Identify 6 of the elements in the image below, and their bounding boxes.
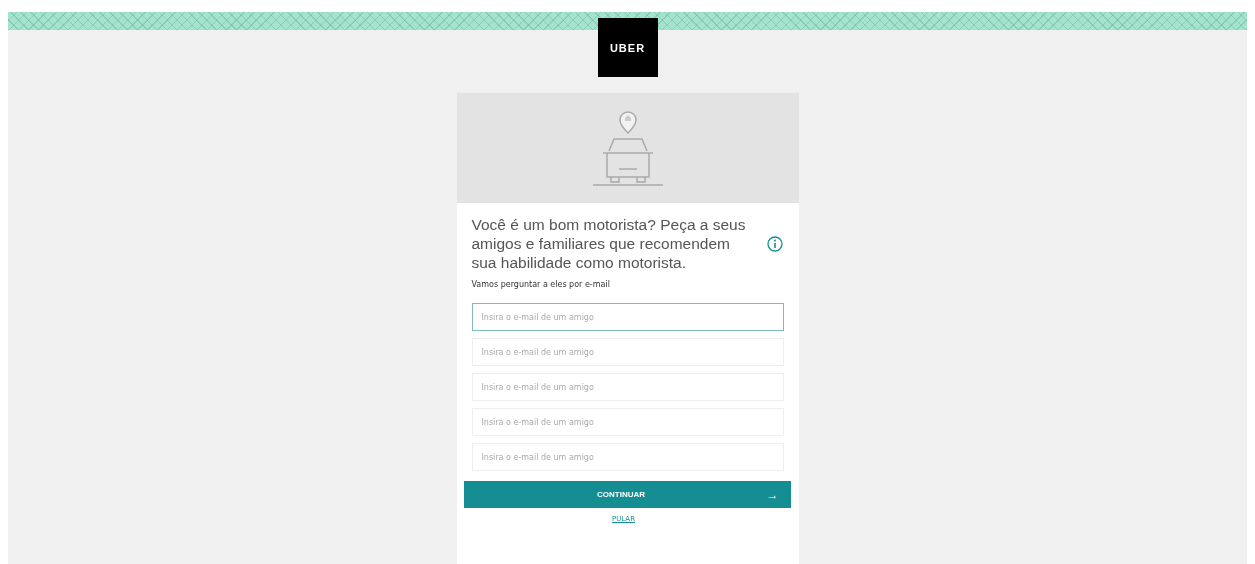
subheading: Vamos perguntar a eles por e-mail (471, 280, 611, 289)
email-field[interactable]: Insira o e-mail de um amigo (471, 303, 784, 331)
info-icon[interactable] (766, 235, 783, 252)
continue-button[interactable]: CONTINUAR → (463, 481, 791, 508)
logo: UBER (597, 18, 658, 77)
heading: Você é um bom motorista? Peça a seus amigos e familiares que recomendem sua habilidade como motorista. (471, 215, 747, 272)
